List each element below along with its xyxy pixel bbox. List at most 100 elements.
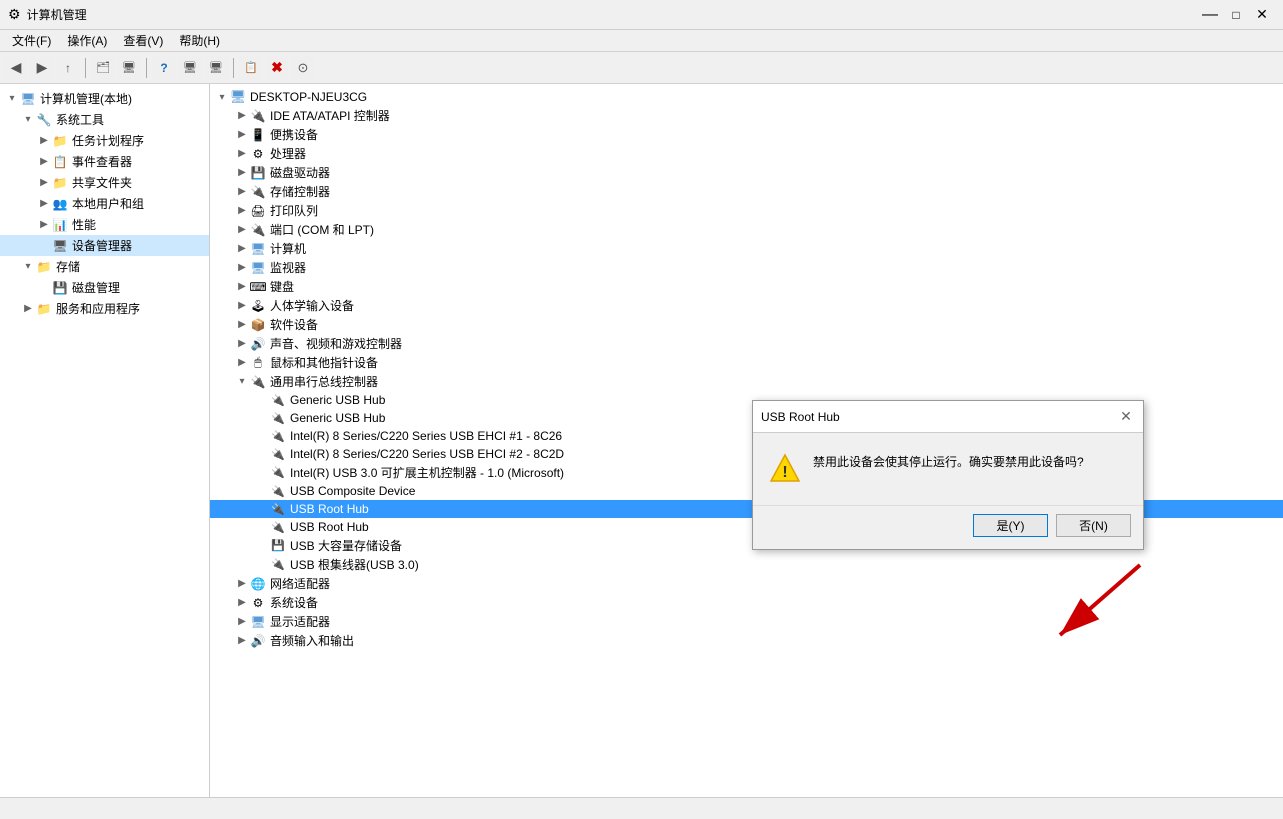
tree-monitor[interactable]: ▶ 🖥 监视器	[210, 258, 1283, 277]
sidebar-item-local-users[interactable]: ▶ 👥 本地用户和组	[0, 193, 209, 214]
system-dev-icon: ⚙	[250, 595, 266, 611]
tree-software-dev[interactable]: ▶ 📦 软件设备	[210, 315, 1283, 334]
menu-help[interactable]: 帮助(H)	[171, 30, 228, 51]
expander-monitor: ▶	[234, 260, 250, 276]
toolbar-new[interactable]: 📋	[239, 56, 263, 80]
dialog-warning-icon: !	[769, 453, 801, 485]
expander-disk	[36, 280, 52, 296]
tree-ide[interactable]: ▶ 🔌 IDE ATA/ATAPI 控制器	[210, 106, 1283, 125]
sidebar-item-shared-folders[interactable]: ▶ 📁 共享文件夹	[0, 172, 209, 193]
generic-usb-1-icon: 🔌	[270, 392, 286, 408]
tree-print[interactable]: ▶ 🖨 打印队列	[210, 201, 1283, 220]
sidebar-label-system-tools: 系统工具	[56, 111, 104, 128]
tree-network[interactable]: ▶ 🌐 网络适配器	[210, 574, 1283, 593]
tree-label-ide: IDE ATA/ATAPI 控制器	[270, 107, 390, 124]
tree-root[interactable]: ▾ 🖥 DESKTOP-NJEU3CG	[210, 88, 1283, 106]
toolbar-up[interactable]: ↑	[56, 56, 80, 80]
tree-label-computer: 计算机	[270, 240, 306, 257]
dialog: USB Root Hub ✕ ! 禁用此设备会使其停止运行。确实要禁用此设备吗?…	[752, 400, 1144, 550]
system-tools-icon: 🔧	[36, 112, 52, 128]
dialog-no-btn[interactable]: 否(N)	[1056, 514, 1131, 537]
toolbar-show-hide[interactable]: 🗂	[91, 56, 115, 80]
status-bar	[0, 797, 1283, 819]
tree-portable[interactable]: ▶ 📱 便携设备	[210, 125, 1283, 144]
expander-perf: ▶	[36, 217, 52, 233]
tree-audio-io[interactable]: ▶ 🔊 音频输入和输出	[210, 631, 1283, 650]
generic-usb-2-icon: 🔌	[270, 410, 286, 426]
menu-view[interactable]: 查看(V)	[115, 30, 171, 51]
tree-label-intel-usb3: Intel(R) USB 3.0 可扩展主机控制器 - 1.0 (Microso…	[290, 464, 564, 481]
tree-label-sound: 声音、视频和游戏控制器	[270, 335, 402, 352]
sidebar-item-disk-mgmt[interactable]: 💾 磁盘管理	[0, 277, 209, 298]
toolbar-help[interactable]: ?	[152, 56, 176, 80]
tree-keyboard[interactable]: ▶ ⌨ 键盘	[210, 277, 1283, 296]
tree-processor[interactable]: ▶ ⚙ 处理器	[210, 144, 1283, 163]
toolbar-refresh[interactable]: ⊙	[291, 56, 315, 80]
toolbar-delete[interactable]: ✖	[265, 56, 289, 80]
menu-action[interactable]: 操作(A)	[59, 30, 115, 51]
sidebar-item-system-tools[interactable]: ▾ 🔧 系统工具	[0, 109, 209, 130]
toolbar-monitor[interactable]: 🖥	[117, 56, 141, 80]
expander-root: ▾	[214, 89, 230, 105]
expander-storage-ctrl: ▶	[234, 184, 250, 200]
tree-label-audio-io: 音频输入和输出	[270, 632, 354, 649]
tree-label-hid: 人体学输入设备	[270, 297, 354, 314]
display-adapter-icon: 🖥	[250, 614, 266, 630]
computer-icon: 🖥	[20, 91, 36, 107]
sidebar-item-task-scheduler[interactable]: ▶ 📁 任务计划程序	[0, 130, 209, 151]
tree-label-generic-usb-1: Generic USB Hub	[290, 393, 385, 407]
dialog-close-btn[interactable]: ✕	[1117, 408, 1135, 426]
toolbar-display[interactable]: 🖥	[178, 56, 202, 80]
expander-usb-composite	[254, 483, 270, 499]
expander-processor: ▶	[234, 146, 250, 162]
menu-file[interactable]: 文件(F)	[4, 30, 59, 51]
expander-usb-root-1	[254, 501, 270, 517]
hid-icon: 🕹	[250, 298, 266, 314]
tree-computer[interactable]: ▶ 🖥 计算机	[210, 239, 1283, 258]
sidebar-item-services[interactable]: ▶ 📁 服务和应用程序	[0, 298, 209, 319]
dialog-yes-btn[interactable]: 是(Y)	[973, 514, 1048, 537]
tree-system-dev[interactable]: ▶ ⚙ 系统设备	[210, 593, 1283, 612]
title-bar-text: 计算机管理	[27, 6, 87, 23]
tree-label-software-dev: 软件设备	[270, 316, 318, 333]
tree-sound[interactable]: ▶ 🔊 声音、视频和游戏控制器	[210, 334, 1283, 353]
sidebar-item-computer-mgmt[interactable]: ▾ 🖥 计算机管理(本地)	[0, 88, 209, 109]
menu-bar: 文件(F) 操作(A) 查看(V) 帮助(H)	[0, 30, 1283, 52]
sidebar-label-event: 事件查看器	[72, 153, 132, 170]
sidebar-item-device-mgr[interactable]: 🖥 设备管理器	[0, 235, 209, 256]
mouse-icon: 🖱	[250, 355, 266, 371]
tree-display-adapter[interactable]: ▶ 🖥 显示适配器	[210, 612, 1283, 631]
expander-keyboard: ▶	[234, 279, 250, 295]
sidebar-item-storage[interactable]: ▾ 📁 存储	[0, 256, 209, 277]
expander-disk-drives: ▶	[234, 165, 250, 181]
toolbar-back[interactable]: ◀	[4, 56, 28, 80]
tree-hid[interactable]: ▶ 🕹 人体学输入设备	[210, 296, 1283, 315]
usb-root-hub-3-icon: 🔌	[270, 557, 286, 573]
tree-usb-ctrl[interactable]: ▾ 🔌 通用串行总线控制器	[210, 372, 1283, 391]
tree-disk-drives[interactable]: ▶ 💾 磁盘驱动器	[210, 163, 1283, 182]
software-dev-icon: 📦	[250, 317, 266, 333]
maximize-btn[interactable]: □	[1223, 4, 1249, 26]
close-btn[interactable]: ✕	[1249, 4, 1275, 26]
expander-computer-mgmt: ▾	[4, 91, 20, 107]
tree-storage-ctrl[interactable]: ▶ 🔌 存储控制器	[210, 182, 1283, 201]
tree-label-intel-ehci-1: Intel(R) 8 Series/C220 Series USB EHCI #…	[290, 429, 562, 443]
expander-display: ▶	[234, 614, 250, 630]
dialog-footer: 是(Y) 否(N)	[753, 505, 1143, 549]
sidebar-label-users: 本地用户和组	[72, 195, 144, 212]
tree-usb-root-hub-3[interactable]: 🔌 USB 根集线器(USB 3.0)	[210, 555, 1283, 574]
expander-generic-usb-1	[254, 392, 270, 408]
usb-root-2-icon: 🔌	[270, 519, 286, 535]
minimize-btn[interactable]: —	[1197, 4, 1223, 26]
expander-portable: ▶	[234, 127, 250, 143]
sidebar-item-performance[interactable]: ▶ 📊 性能	[0, 214, 209, 235]
tree-label-network: 网络适配器	[270, 575, 330, 592]
toolbar-forward[interactable]: ▶	[30, 56, 54, 80]
sidebar-label-computer-mgmt: 计算机管理(本地)	[40, 90, 132, 107]
tree-com-lpt[interactable]: ▶ 🔌 端口 (COM 和 LPT)	[210, 220, 1283, 239]
dialog-title-bar: USB Root Hub ✕	[753, 401, 1143, 433]
tree-label-system-dev: 系统设备	[270, 594, 318, 611]
tree-mouse[interactable]: ▶ 🖱 鼠标和其他指针设备	[210, 353, 1283, 372]
toolbar-view2[interactable]: 🖥	[204, 56, 228, 80]
sidebar-item-event-viewer[interactable]: ▶ 📋 事件查看器	[0, 151, 209, 172]
